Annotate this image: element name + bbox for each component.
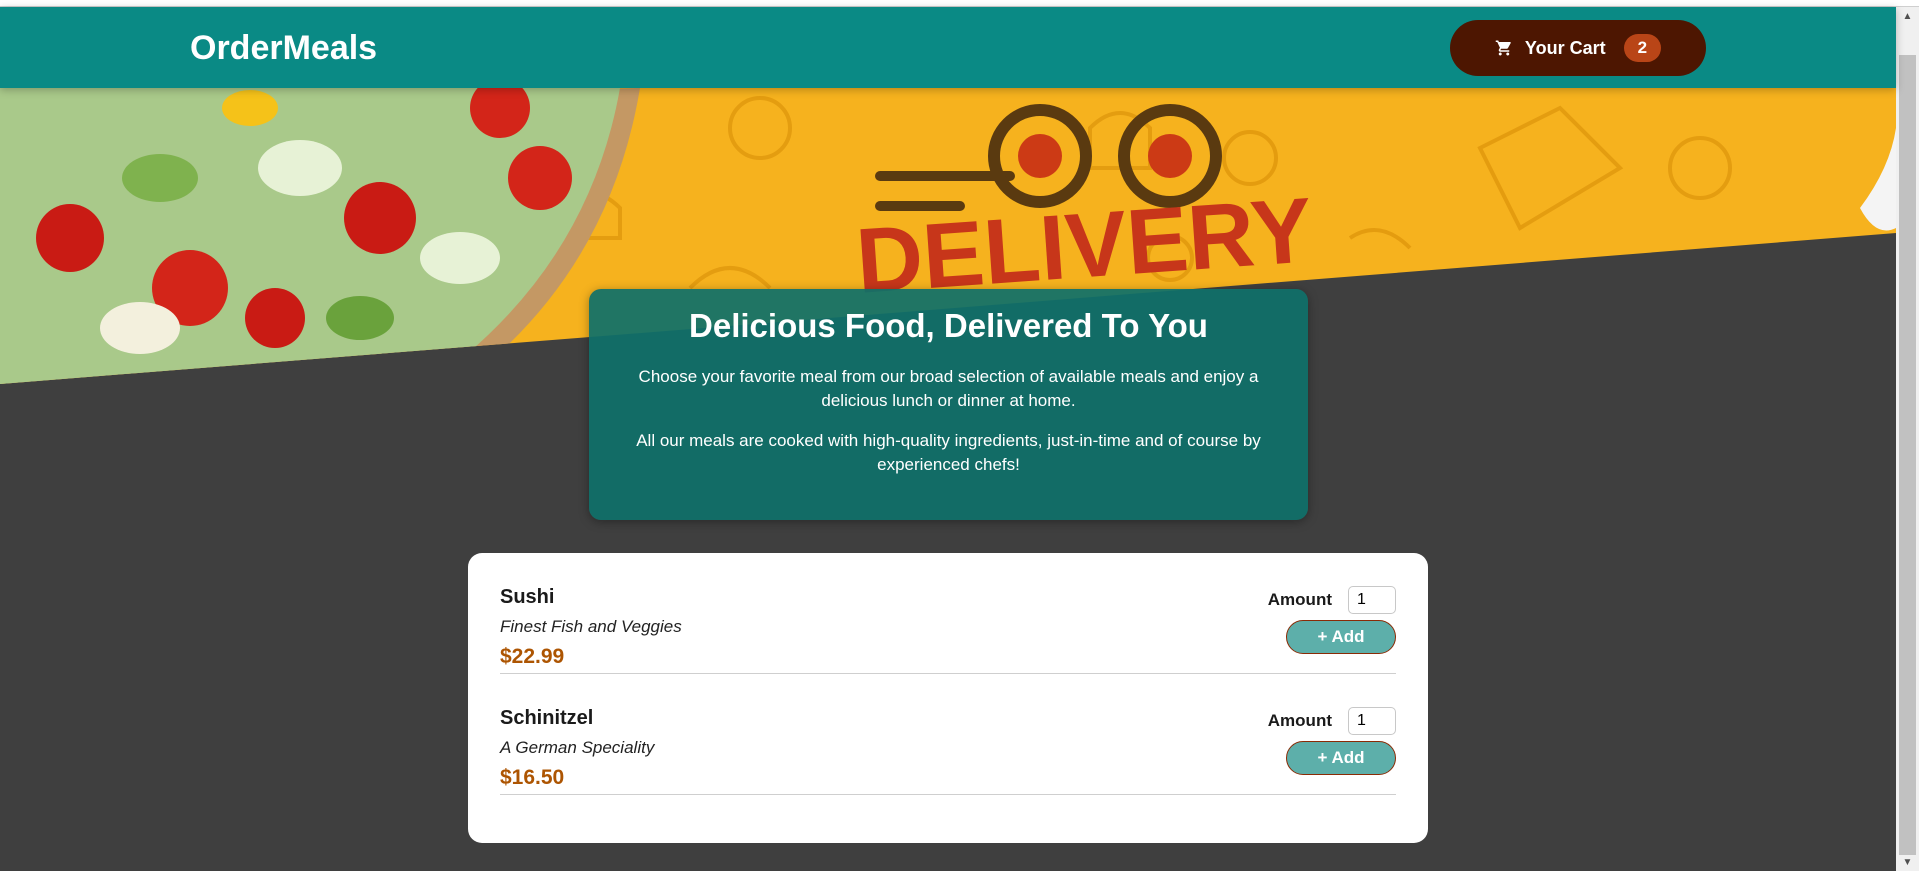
meal-name: Schinitzel [500,707,594,729]
meal-description: Finest Fish and Veggies [500,617,682,636]
app-header: OrderMeals Your Cart 2 [0,7,1896,88]
scroll-thumb[interactable] [1899,55,1916,855]
meal-item: Sushi Finest Fish and Veggies $22.99 Amo… [500,553,1396,674]
brand-title: OrderMeals [190,29,378,67]
cart-label: Your Cart [1524,37,1606,58]
cart-button[interactable]: Your Cart 2 [1450,20,1706,76]
cart-icon [1495,39,1513,57]
add-button[interactable]: + Add [1286,741,1396,775]
meal-description: A German Speciality [500,738,655,757]
summary-title: Delicious Food, Delivered To You [689,307,1208,344]
meal-name: Sushi [500,586,555,608]
vertical-scrollbar[interactable]: ▲ ▼ [1896,7,1919,871]
arrow-up-icon[interactable]: ▲ [1896,7,1919,25]
meals-list: Sushi Finest Fish and Veggies $22.99 Amo… [468,553,1428,843]
arrow-down-icon[interactable]: ▼ [1896,853,1919,871]
meal-price: $22.99 [500,645,565,668]
meal-item: Schinitzel A German Speciality $16.50 Am… [500,674,1396,795]
amount-label: Amount [1267,711,1332,730]
amount-input[interactable] [1348,707,1396,735]
summary-card: Delicious Food, Delivered To You Choose … [589,289,1308,520]
cart-count-badge: 2 [1623,34,1662,62]
amount-row: Amount [1268,707,1396,735]
amount-row: Amount [1268,586,1396,614]
amount-input[interactable] [1348,586,1396,614]
summary-paragraph-2: All our meals are cooked with high-quali… [636,431,1261,474]
add-button[interactable]: + Add [1286,620,1396,654]
browser-top-edge [0,0,1919,7]
summary-paragraph-1: Choose your favorite meal from our broad… [638,367,1259,410]
meal-price: $16.50 [500,766,565,789]
amount-label: Amount [1267,590,1332,609]
